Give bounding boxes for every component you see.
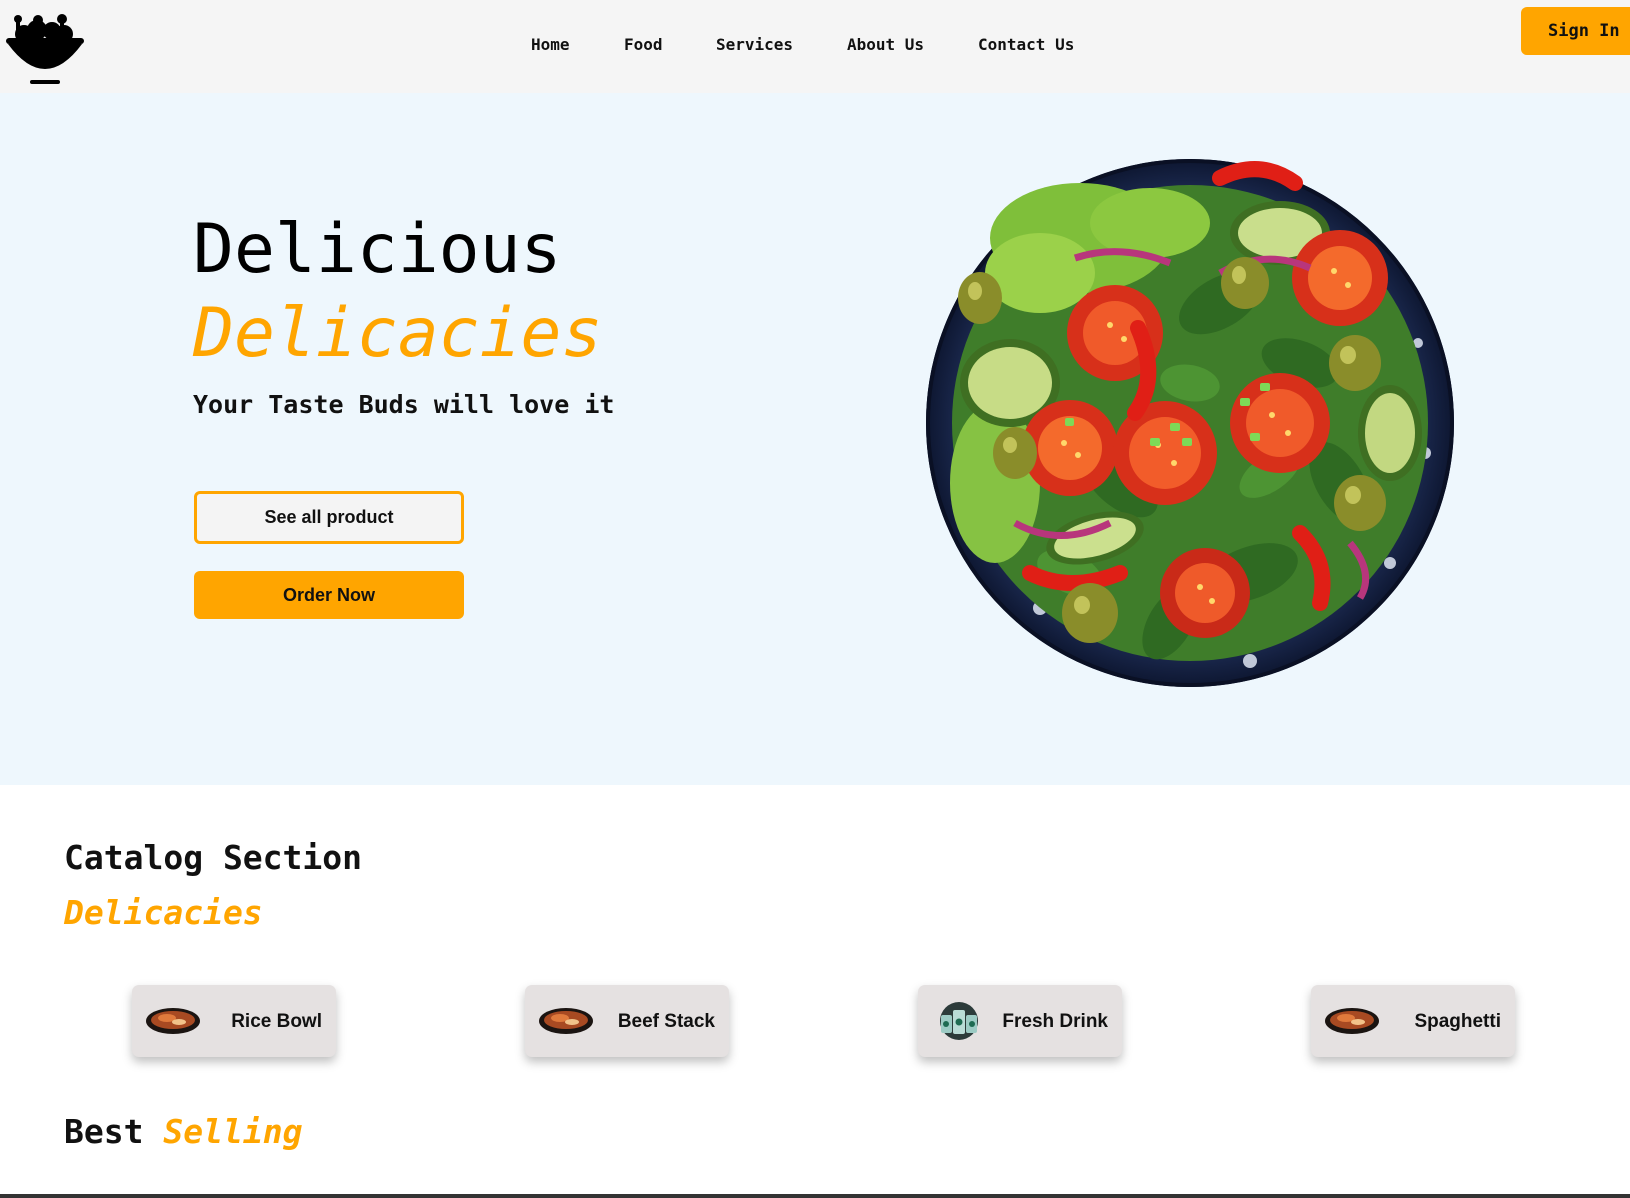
order-now-button[interactable]: Order Now — [194, 571, 464, 619]
catalog-card-spaghetti[interactable]: Spaghetti — [1311, 985, 1515, 1057]
nav-link-home[interactable]: Home — [531, 35, 570, 54]
best-selling-title: Best Selling — [64, 1112, 302, 1151]
fresh-drink-thumbnail — [940, 1002, 978, 1040]
sign-in-button[interactable]: Sign In — [1521, 7, 1630, 55]
hero-accent-title: Delicacies — [193, 294, 603, 373]
catalog-accent-title: Delicacies — [64, 893, 263, 932]
nav-link-services[interactable]: Services — [716, 35, 793, 54]
catalog-section-title: Catalog Section — [64, 838, 363, 877]
see-all-product-button[interactable]: See all product — [194, 491, 464, 544]
catalog-card-label: Rice Bowl — [231, 1011, 322, 1032]
catalog-card-fresh-drink[interactable]: Fresh Drink — [918, 985, 1122, 1057]
rice-bowl-thumbnail — [146, 1008, 200, 1034]
catalog-card-label: Beef Stack — [617, 1011, 715, 1032]
catalog-card-beef-stack[interactable]: Beef Stack — [525, 985, 729, 1057]
salad-bowl-image — [926, 159, 1454, 687]
nav-link-contact-us[interactable]: Contact Us — [978, 35, 1074, 54]
hero-section: Delicious Delicacies Your Taste Buds wil… — [0, 93, 1630, 785]
nav-link-food[interactable]: Food — [624, 35, 663, 54]
hero-subtitle: Your Taste Buds will love it — [193, 390, 615, 419]
page-bottom-divider — [0, 1194, 1630, 1198]
best-selling-title-main: Best — [64, 1112, 144, 1151]
spaghetti-thumbnail — [1325, 1008, 1379, 1034]
catalog-card-rice-bowl[interactable]: Rice Bowl — [132, 985, 336, 1057]
best-selling-title-accent: Selling — [163, 1112, 303, 1151]
nav-link-about-us[interactable]: About Us — [847, 35, 924, 54]
top-navbar: Home Food Services About Us Contact Us S… — [0, 0, 1630, 93]
hero-title: Delicious — [193, 210, 562, 289]
beef-stack-thumbnail — [539, 1008, 593, 1034]
main-menu: Home Food Services About Us Contact Us — [0, 35, 1630, 55]
catalog-card-label: Fresh Drink — [1002, 1011, 1108, 1032]
catalog-card-label: Spaghetti — [1414, 1011, 1501, 1032]
